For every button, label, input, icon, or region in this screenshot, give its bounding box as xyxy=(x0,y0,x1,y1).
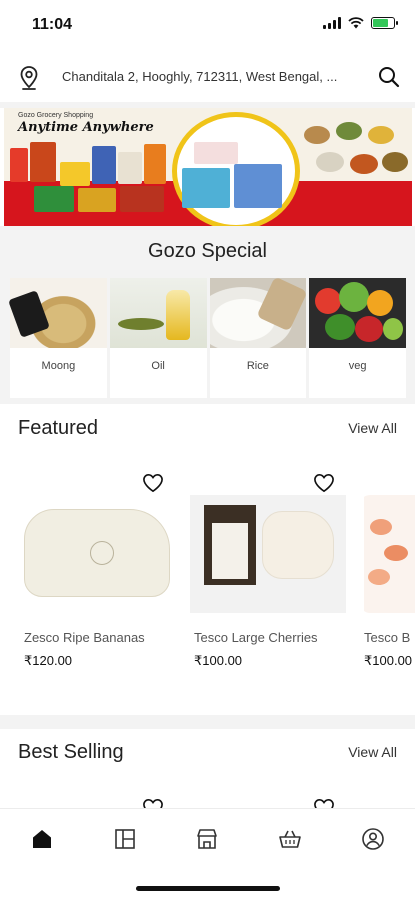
scoop-shape xyxy=(8,290,50,338)
product-price: ₹100.00 xyxy=(194,653,243,668)
oil-image xyxy=(109,278,207,348)
product-card[interactable]: Zesco Ripe Bananas ₹120.00 xyxy=(24,465,184,675)
home-indicator[interactable] xyxy=(136,886,280,891)
delivery-address[interactable]: Chanditala 2, Hooghly, 712311, West Beng… xyxy=(62,69,352,84)
status-icons xyxy=(323,17,398,29)
veg-shape xyxy=(383,318,404,340)
home-icon[interactable] xyxy=(30,827,54,851)
special-category-row: Moong Oil Rice veg xyxy=(8,276,406,398)
egg-carton-badge xyxy=(90,541,114,565)
product-image xyxy=(364,495,415,613)
veg-shape xyxy=(315,288,342,314)
store-icon[interactable] xyxy=(195,827,219,851)
shrimp-shape xyxy=(368,569,390,585)
category-card-oil[interactable]: Oil xyxy=(109,278,207,398)
product-name: Zesco Ripe Bananas xyxy=(24,630,145,645)
fish-pack-window xyxy=(212,523,248,579)
banner-spice-bowl xyxy=(336,122,362,140)
banner-spice-bowl xyxy=(350,154,378,174)
banner-product xyxy=(10,148,28,182)
product-name: Tesco B xyxy=(364,630,411,645)
product-image xyxy=(190,495,346,613)
banner-diaper-pack xyxy=(234,164,282,208)
veg-shape xyxy=(355,316,384,342)
section-divider xyxy=(0,715,415,729)
category-card-moong[interactable]: Moong xyxy=(8,278,107,398)
oil-bottle-shape xyxy=(165,290,190,340)
product-card[interactable]: Tesco B ₹100.00 xyxy=(364,465,415,675)
banner-small-text: Gozo Grocery Shopping xyxy=(18,112,94,119)
banner-product xyxy=(118,152,142,184)
best-selling-title: Best Selling xyxy=(18,741,124,763)
featured-view-all-link[interactable]: View All xyxy=(348,420,397,436)
status-bar: 11:04 xyxy=(0,0,415,50)
featured-title: Featured xyxy=(18,417,99,439)
best-selling-view-all-link[interactable]: View All xyxy=(348,744,397,760)
banner-spice-bowl xyxy=(368,126,394,144)
product-card[interactable]: Tesco Large Cherries ₹100.00 xyxy=(190,465,354,675)
category-card-veg[interactable]: veg xyxy=(309,278,406,398)
categories-icon[interactable] xyxy=(113,827,137,851)
category-label: veg xyxy=(348,360,367,372)
veg-image xyxy=(309,278,406,348)
wishlist-heart-icon[interactable] xyxy=(142,473,164,493)
olive-branch-shape xyxy=(117,318,164,330)
search-icon[interactable] xyxy=(377,65,401,89)
shrimp-shape xyxy=(370,519,392,535)
gozo-special-title: Gozo Special xyxy=(148,240,267,262)
basket-icon[interactable] xyxy=(278,827,302,851)
veg-shape xyxy=(339,282,370,312)
fish-fillet-shape xyxy=(262,511,334,579)
veg-shape xyxy=(367,290,394,316)
banner-product xyxy=(78,188,116,212)
product-price: ₹100.00 xyxy=(364,653,413,668)
banner-diaper-pack xyxy=(194,142,238,164)
battery-icon xyxy=(371,17,398,29)
banner-diaper-pack xyxy=(182,168,230,208)
promo-banner[interactable]: Gozo Grocery Shopping Anytime Anywhere xyxy=(4,108,412,226)
banner-spice-bowl xyxy=(316,152,344,172)
category-label: Oil xyxy=(151,360,165,372)
profile-icon[interactable] xyxy=(361,827,385,851)
status-time: 11:04 xyxy=(32,16,73,33)
location-bar[interactable]: Chanditala 2, Hooghly, 712311, West Beng… xyxy=(0,52,415,102)
wishlist-heart-icon[interactable] xyxy=(313,473,335,493)
banner-product xyxy=(120,186,164,212)
cellular-signal-icon xyxy=(323,17,341,29)
product-price: ₹120.00 xyxy=(24,653,73,668)
product-name: Tesco Large Cherries xyxy=(194,630,318,645)
location-pin-icon[interactable] xyxy=(17,65,41,91)
rice-image xyxy=(209,276,308,348)
rice-sack-shape xyxy=(256,276,308,332)
banner-product xyxy=(92,146,116,184)
veg-shape xyxy=(325,314,356,340)
category-label: Rice xyxy=(246,360,269,372)
banner-spice-bowl xyxy=(304,126,330,144)
category-label: Moong xyxy=(41,360,76,372)
banner-product xyxy=(30,142,56,182)
product-image xyxy=(24,495,184,613)
banner-product xyxy=(60,162,90,186)
category-card-rice[interactable]: Rice xyxy=(209,276,308,398)
moong-image xyxy=(8,278,107,348)
banner-product xyxy=(34,186,74,212)
wifi-icon xyxy=(348,17,364,29)
shrimp-shape xyxy=(384,545,408,561)
banner-tagline: Anytime Anywhere xyxy=(18,120,154,135)
banner-spice-bowl xyxy=(382,152,408,172)
banner-product xyxy=(144,144,166,184)
